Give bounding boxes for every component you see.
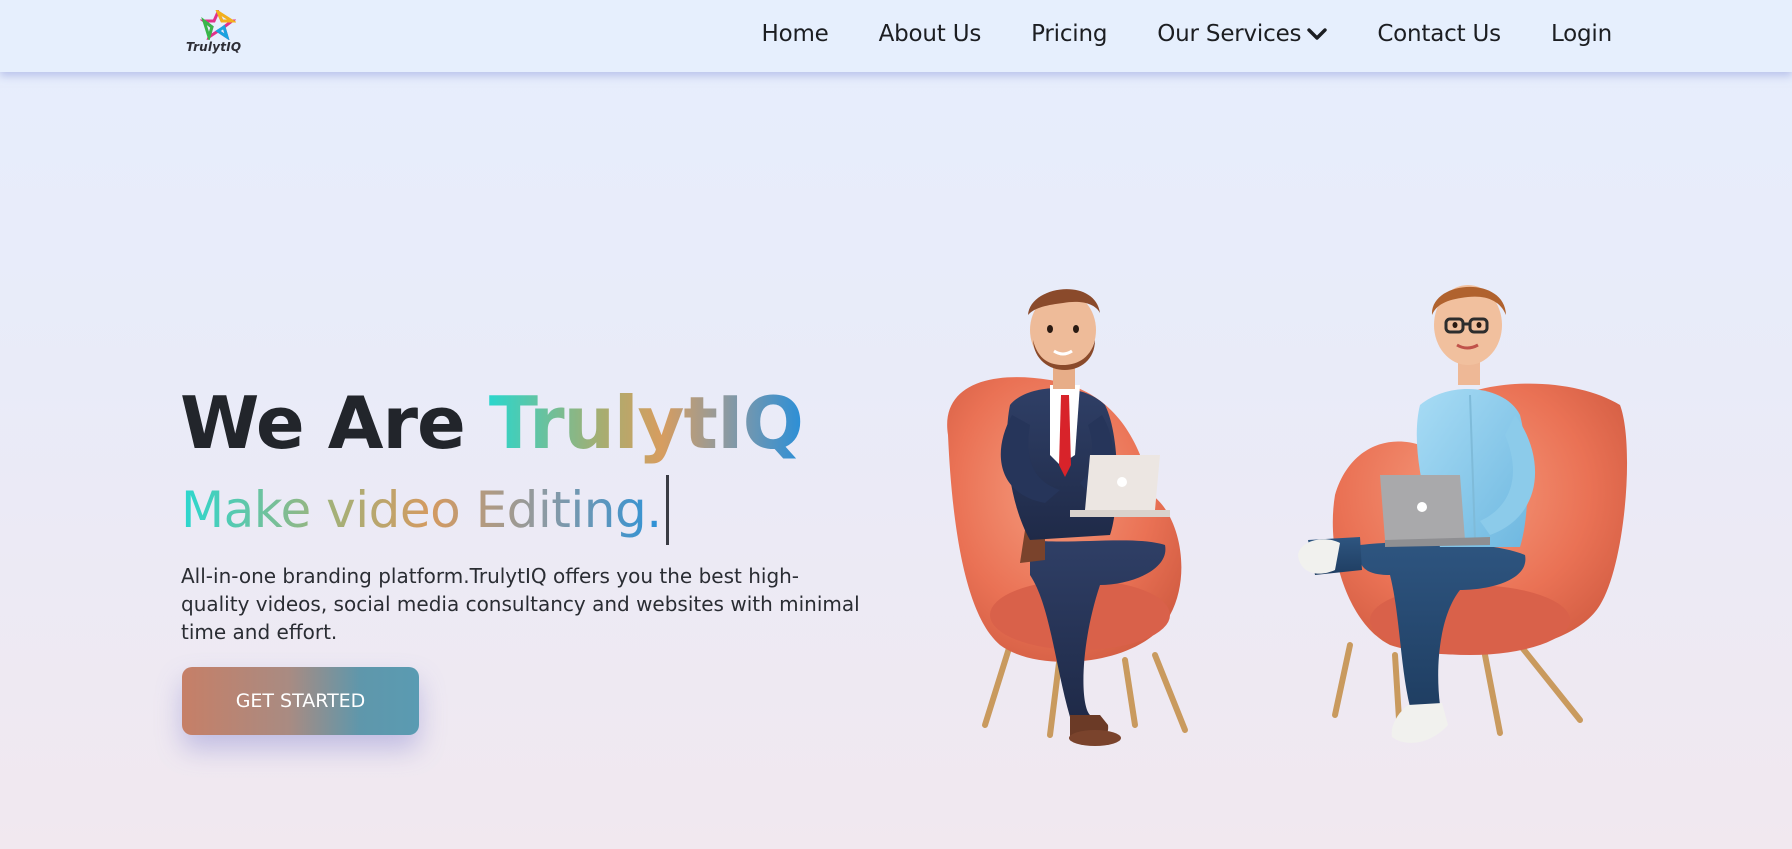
nav-contact-us-label: Contact Us [1377,21,1501,47]
nav-about-us-label: About Us [878,21,982,47]
logo-text: TrulytIQ [186,40,242,54]
hero-title-prefix: We Are [180,381,489,465]
chevron-down-icon[interactable] [1307,21,1328,47]
navbar: TrulytIQ Home About Us Pricing Our Servi… [0,0,1792,72]
nav-our-services-label: Our Services [1157,21,1302,47]
nav-about-us[interactable]: About Us [879,21,982,47]
hero-illustration [930,285,1650,765]
nav-login-label: Login [1550,21,1612,47]
nav-our-services[interactable]: Our Services [1157,21,1328,47]
nav-contact-us[interactable]: Contact Us [1377,21,1501,47]
typing-cursor [665,475,669,545]
hero-subtitle: Make video Editing. [181,478,662,542]
main-nav: Home About Us Pricing Our Services Conta… [761,18,1612,50]
nav-pricing[interactable]: Pricing [1031,21,1107,47]
hero-title: We Are TrulytIQ [180,378,804,468]
hero-title-brand: TrulytIQ [488,381,804,465]
hero-subtitle-row: Make video Editing. [181,475,669,545]
get-started-button[interactable]: GET STARTED [182,667,419,735]
multicolor-star-logo-icon [200,10,236,40]
nav-pricing-label: Pricing [1031,21,1108,47]
hero-description: All-in-one branding platform.TrulytIQ of… [181,564,860,644]
nav-home-label: Home [761,21,829,47]
nav-home[interactable]: Home [761,21,828,47]
nav-login[interactable]: Login [1551,21,1612,47]
brand-logo[interactable]: TrulytIQ [182,10,252,60]
two-people-in-armchairs-illustration [947,285,1628,746]
